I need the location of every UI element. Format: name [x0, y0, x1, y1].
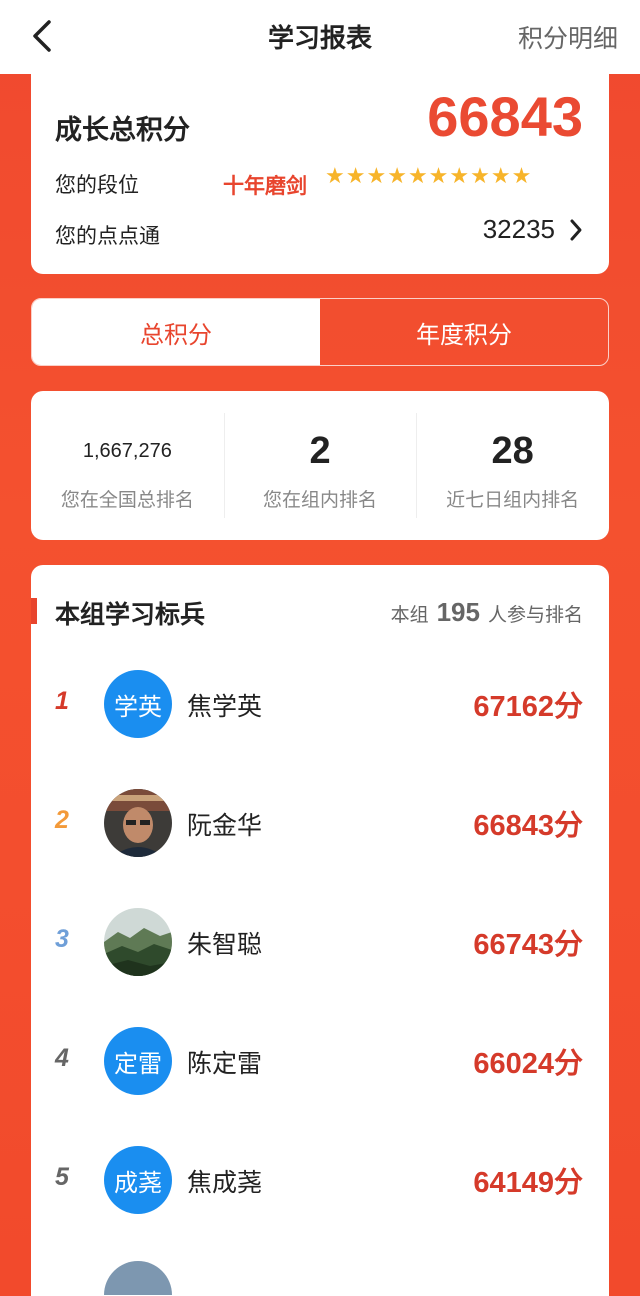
points-value: 32235	[482, 214, 555, 244]
list-item[interactable]: 4 定雷 陈定雷 66024分	[31, 1002, 609, 1122]
star-icon: ★	[428, 164, 449, 189]
weekly-group-rank-caption: 近七日组内排名	[446, 489, 580, 511]
row-rank: 4	[55, 1044, 69, 1072]
total-points-label: 成长总积分	[55, 115, 190, 146]
rank-label: 您的段位	[55, 173, 139, 197]
row-name: 陈定雷	[187, 1049, 263, 1078]
row-rank: 1	[55, 687, 69, 715]
national-rank-caption: 您在全国总排名	[60, 489, 194, 511]
row-rank: 2	[55, 806, 69, 834]
star-icon: ★	[490, 164, 511, 189]
group-prefix: 本组	[390, 604, 429, 626]
weekly-group-rank: 28 近七日组内排名	[416, 391, 609, 540]
list-item[interactable]: 5 成荛 焦成荛 64149分	[31, 1121, 609, 1241]
points-label: 您的点点通	[55, 224, 160, 248]
row-rank: 5	[55, 1163, 69, 1191]
national-rank-value: 1,667,276	[82, 439, 172, 462]
row-score: 66843分	[473, 810, 583, 842]
points-tabs: 总积分 年度积分	[31, 298, 609, 366]
weekly-group-rank-value: 28	[491, 429, 534, 472]
star-icon: ★	[511, 164, 532, 189]
star-icon: ★	[345, 164, 366, 189]
star-icon: ★	[387, 164, 407, 189]
avatar: 成荛	[104, 1146, 172, 1214]
points-detail-link[interactable]: 积分明细	[518, 19, 618, 55]
points-row[interactable]: 32235	[483, 214, 583, 245]
row-name: 阮金华	[187, 811, 263, 840]
star-icon: ★	[470, 164, 490, 189]
section-accent-bar	[31, 598, 37, 624]
row-score: 66743分	[473, 929, 583, 961]
group-suffix: 人参与排名	[487, 604, 583, 626]
avatar	[104, 908, 172, 976]
row-score: 67162分	[473, 691, 583, 723]
star-icon: ★	[449, 164, 470, 189]
national-rank: 1,667,276 您在全国总排名	[31, 391, 224, 540]
star-icon: ★	[325, 164, 345, 189]
group-count: 195	[436, 597, 480, 627]
avatar: 定雷	[104, 1027, 172, 1095]
row-rank: 3	[55, 925, 69, 953]
group-rank-caption: 您在组内排名	[263, 489, 378, 511]
group-participants: 本组 195 人参与排名	[391, 597, 583, 628]
avatar: 学英	[104, 670, 172, 738]
top-bar: 学习报表 积分明细	[0, 0, 640, 74]
group-rank-value: 2	[309, 429, 331, 472]
portrait-photo-avatar	[104, 789, 172, 857]
star-icon: ★	[366, 164, 387, 189]
tab-total-points[interactable]: 总积分	[32, 299, 320, 365]
summary-card: 成长总积分 66843 您的段位 十年磨剑 ★ ★ ★ ★ ★ ★ ★ ★ ★ ★ 您的点点通 3…	[31, 70, 609, 274]
list-item[interactable]: 3 朱智聪 66743分	[31, 883, 609, 1003]
rankings-card: 1,667,276 您在全国总排名 2 您在组内排名 28 近七日组内排名	[31, 391, 609, 540]
leaderboard-title: 本组学习标兵	[55, 600, 206, 629]
row-name: 焦成荛	[187, 1168, 263, 1197]
row-score: 64149分	[473, 1167, 583, 1199]
avatar	[104, 1261, 172, 1295]
row-score: 66024分	[473, 1048, 583, 1080]
rank-title: 十年磨剑	[223, 174, 307, 198]
row-name: 朱智聪	[187, 930, 263, 959]
row-name: 焦学英	[187, 692, 263, 721]
tab-annual-points[interactable]: 年度积分	[320, 299, 608, 365]
group-rank: 2 您在组内排名	[223, 391, 417, 540]
rank-stars: ★ ★ ★ ★ ★ ★ ★ ★ ★ ★	[325, 166, 531, 188]
list-item[interactable]: 1 学英 焦学英 67162分	[31, 645, 609, 765]
total-points-value: 66843	[427, 85, 583, 148]
leaderboard-card: 本组学习标兵 本组 195 人参与排名 1 学英 焦学英 67162分 2 阮金…	[31, 565, 609, 1296]
avatar	[104, 789, 172, 857]
list-item[interactable]: 2 阮金华 66843分	[31, 764, 609, 884]
chevron-right-icon	[570, 219, 582, 240]
list-item[interactable]	[31, 1255, 609, 1295]
star-icon: ★	[407, 164, 428, 189]
landscape-photo-avatar	[104, 908, 172, 976]
